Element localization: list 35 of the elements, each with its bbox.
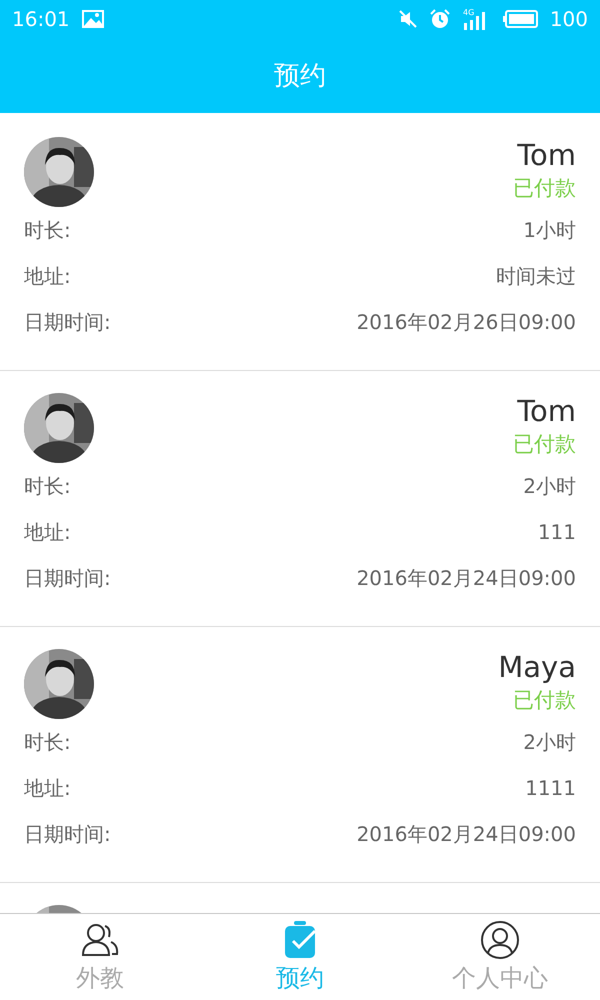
booking-card[interactable]: Tom 已付款 时长: 2小时 地址: 111 日期时间: 2016年02月24日09:00 [0,371,600,627]
teacher-name: Maya [498,649,576,685]
field-label: 地址: [24,774,71,802]
field-value: 1小时 [523,216,576,244]
field-label: 地址: [24,262,71,290]
field-label: 时长: [24,728,71,756]
status-time: 16:01 [12,7,70,31]
teacher-name: Tom [517,137,576,173]
field-value: 时间未过 [496,262,576,290]
booking-card[interactable]: Tom 已付款 时长: 1小时 地址: 时间未过 日期时间: 2016年02月26日09:00 [0,115,600,371]
battery-level: 100 [550,7,588,31]
teacher-name: Tom [517,393,576,429]
payment-status: 已付款 [513,431,576,458]
field-value: 2016年02月24日09:00 [356,564,576,592]
field-value: 2016年02月26日09:00 [356,308,576,336]
mute-icon [398,9,418,29]
field-value: 2小时 [523,472,576,500]
image-icon [82,10,104,28]
field-label: 时长: [24,216,71,244]
field-label: 日期时间: [24,308,111,336]
field-value: 2016年02月24日09:00 [356,820,576,848]
field-label: 地址: [24,518,71,546]
payment-status: 已付款 [513,687,576,714]
payment-status: 已付款 [513,175,576,202]
booking-card[interactable]: Maya 已付款 时长: 2小时 地址: 1111 日期时间: 2016年02月24日09:00 [0,627,600,883]
field-value: 111 [538,520,576,544]
alarm-icon [430,9,450,29]
person-icon [480,920,520,960]
page-title: 预约 [274,60,326,93]
battery-icon [502,10,538,28]
field-label: 日期时间: [24,820,111,848]
field-value: 2小时 [523,728,576,756]
field-label: 日期时间: [24,564,111,592]
field-value: 1111 [525,776,576,800]
field-label: 时长: [24,472,71,500]
